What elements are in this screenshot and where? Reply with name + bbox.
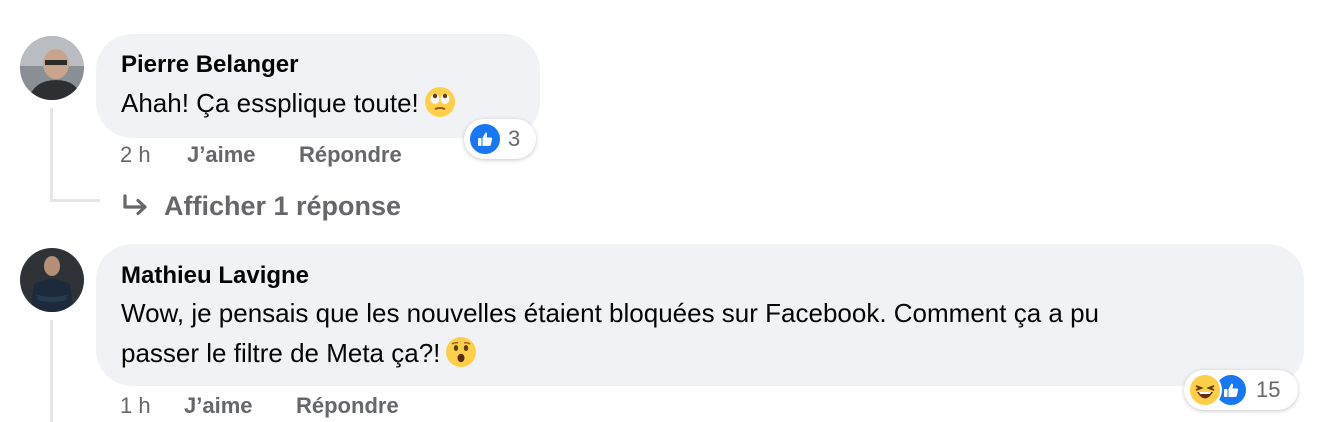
reaction-count: 15 — [1256, 377, 1281, 402]
comment-bubble: Mathieu Lavigne Wow, je pensais que les … — [96, 244, 1304, 386]
comment-text-line-2: passer le filtre de Meta ça?! — [121, 334, 477, 372]
person-photo-icon — [20, 36, 84, 100]
reply-button[interactable]: Répondre — [296, 392, 399, 420]
avatar-mathieu-lavigne[interactable] — [20, 248, 84, 312]
thread-branch — [50, 199, 100, 202]
truncated-previous-content: ••••••••••••••• — [1120, 0, 1310, 2]
hushed-face-emoji-icon — [446, 337, 477, 367]
comment-actions: 1 h J’aime Répondre — [120, 392, 520, 420]
avatar-pierre-belanger[interactable] — [20, 36, 84, 100]
comment-text-content: passer le filtre de Meta ça?! — [121, 338, 441, 368]
reply-button[interactable]: Répondre — [299, 141, 402, 169]
thread-line — [50, 108, 53, 202]
comment-timestamp[interactable]: 2 h — [120, 141, 151, 169]
rolling-eyes-emoji-icon — [424, 87, 455, 117]
comment-author[interactable]: Mathieu Lavigne — [121, 262, 309, 290]
reaction-summary[interactable]: 15 — [1184, 370, 1298, 410]
thread-line — [50, 320, 53, 422]
comment-actions: 2 h J’aime Répondre — [120, 141, 520, 169]
reply-arrow-icon — [123, 194, 147, 216]
comment-text-line-1: Wow, je pensais que les nouvelles étaien… — [121, 298, 1099, 328]
like-button[interactable]: J’aime — [184, 392, 253, 420]
comment-text: Ahah! Ça essplique toute! — [121, 84, 455, 122]
comment-author[interactable]: Pierre Belanger — [121, 51, 298, 79]
view-replies-label: Afficher 1 réponse — [164, 191, 402, 221]
comment-timestamp[interactable]: 1 h — [120, 392, 151, 420]
haha-reaction-icon — [1188, 373, 1222, 407]
person-photo-icon — [20, 248, 84, 312]
like-button[interactable]: J’aime — [187, 141, 256, 169]
comment-text-content: Ahah! Ça essplique toute! — [121, 88, 419, 118]
view-replies-link[interactable]: Afficher 1 réponse — [120, 188, 401, 224]
